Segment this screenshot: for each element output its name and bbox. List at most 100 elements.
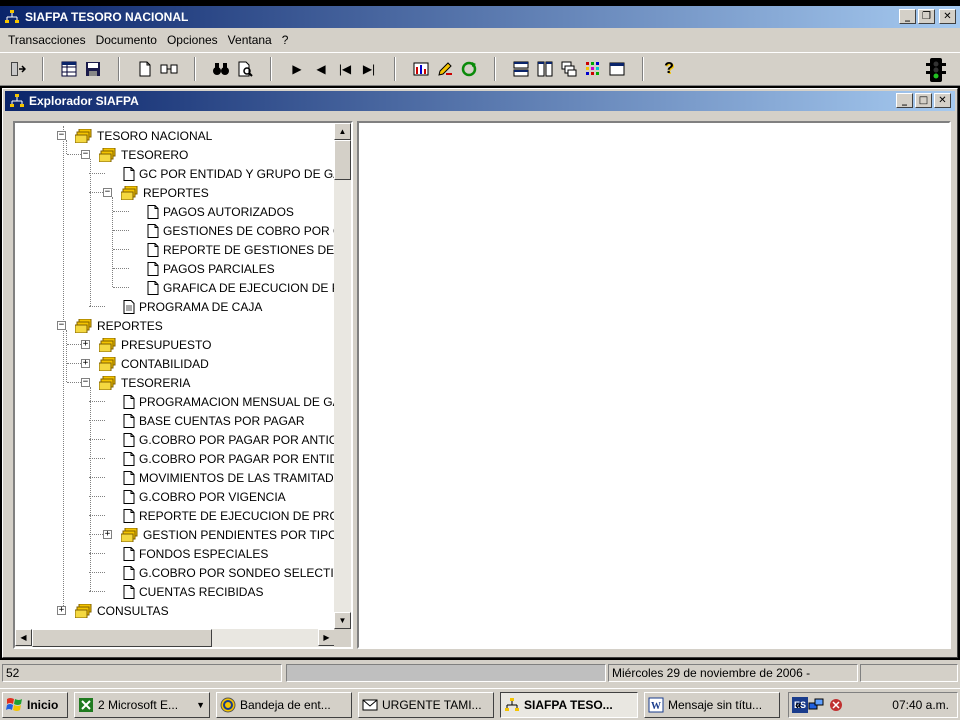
expand-plus-icon[interactable]: +	[103, 530, 112, 539]
task-urgente[interactable]: URGENTE TAMI...	[358, 692, 494, 718]
collapse-minus-icon[interactable]: −	[57, 131, 66, 140]
security-icon[interactable]	[828, 697, 844, 713]
clock[interactable]: 07:40 a.m.	[892, 698, 949, 712]
tree-node-label: CONTABILIDAD	[121, 356, 209, 371]
tree-folder-node[interactable]: PRESUPUESTO	[99, 335, 211, 354]
cascade-button[interactable]	[558, 58, 580, 80]
tray-expand-icon[interactable]: «	[795, 698, 802, 712]
status-count: 52	[2, 664, 282, 682]
edit-button[interactable]	[434, 58, 456, 80]
close-button[interactable]: ✕	[939, 9, 956, 24]
menu-transacciones[interactable]: Transacciones	[4, 33, 90, 47]
network-icon[interactable]	[808, 697, 824, 713]
horizontal-scroll-thumb[interactable]	[32, 629, 212, 647]
last-record-button[interactable]: ▶|	[358, 58, 380, 80]
exit-button[interactable]	[6, 58, 28, 80]
tree-vertical-scrollbar[interactable]: ▲ ▼	[334, 123, 351, 629]
start-button[interactable]: Inicio	[2, 692, 68, 718]
tree-item-node[interactable]: G.COBRO POR PAGAR POR ANTIC	[123, 430, 335, 449]
tree-item-node[interactable]: PROGRAMACION MENSUAL DE GA	[123, 392, 335, 411]
document-icon	[123, 584, 135, 599]
collapse-minus-icon[interactable]: −	[81, 378, 90, 387]
help-button[interactable]: ?	[658, 58, 680, 80]
restore-button[interactable]: ❐	[918, 9, 935, 24]
grid-view-button[interactable]	[58, 58, 80, 80]
next-record-button[interactable]: ▶	[286, 58, 308, 80]
menu-ventana[interactable]: Ventana	[224, 33, 276, 47]
scroll-up-button[interactable]: ▲	[334, 123, 351, 140]
app-titlebar[interactable]: SIAFPA TESORO NACIONAL _ ❐ ✕	[0, 6, 960, 28]
tile-horizontal-button[interactable]	[510, 58, 532, 80]
tree-node-label: G.COBRO POR SONDEO SELECTIV	[139, 565, 335, 580]
report-chart-icon	[413, 62, 429, 76]
scroll-left-button[interactable]: ◀	[15, 629, 32, 646]
scroll-down-button[interactable]: ▼	[334, 612, 351, 629]
vertical-scroll-thumb[interactable]	[334, 140, 351, 180]
tree-item-node[interactable]: PAGOS AUTORIZADOS	[147, 202, 294, 221]
tree-item-node[interactable]: REPORTE DE GESTIONES DE C	[147, 240, 335, 259]
menu-help[interactable]: ?	[278, 33, 293, 47]
tree-folder-node[interactable]: GESTION PENDIENTES POR TIPO D	[121, 525, 335, 544]
explorer-titlebar[interactable]: Explorador SIAFPA _ □ ✕	[5, 91, 955, 111]
tree-item-node[interactable]: MOVIMIENTOS DE LAS TRAMITADA	[123, 468, 335, 487]
explorer-maximize-button[interactable]: □	[915, 93, 932, 108]
tree-item-node[interactable]: G.COBRO POR VIGENCIA	[123, 487, 286, 506]
tree-folder-node[interactable]: CONSULTAS	[75, 601, 169, 620]
expand-plus-icon[interactable]: +	[81, 340, 90, 349]
task-siafpa[interactable]: SIAFPA TESO...	[500, 692, 638, 718]
tree-folder-node[interactable]: TESORO NACIONAL	[75, 126, 212, 145]
tile-vertical-button[interactable]	[534, 58, 556, 80]
document-icon	[147, 261, 159, 276]
collapse-minus-icon[interactable]: −	[81, 150, 90, 159]
report-button[interactable]	[410, 58, 432, 80]
content-panel[interactable]	[357, 121, 951, 649]
minimize-icon: _	[902, 94, 907, 106]
tree-node-label: REPORTE DE EJECUCION DE PROG	[139, 508, 335, 523]
system-tray: « 07:40 a.m.	[788, 692, 958, 718]
expand-plus-icon[interactable]: +	[81, 359, 90, 368]
task-word[interactable]: W Mensaje sin títu...	[644, 692, 780, 718]
chevron-down-icon: ▼	[196, 700, 205, 710]
arrange-icons-button[interactable]	[582, 58, 604, 80]
new-document-button[interactable]	[134, 58, 156, 80]
collapse-minus-icon[interactable]: −	[57, 321, 66, 330]
tree-folder-node[interactable]: CONTABILIDAD	[99, 354, 209, 373]
tree-item-node[interactable]: BASE CUENTAS POR PAGAR	[123, 411, 305, 430]
tree-folder-node[interactable]: REPORTES	[121, 183, 209, 202]
tree-item-node[interactable]: CUENTAS RECIBIDAS	[123, 582, 263, 601]
tree-horizontal-scrollbar[interactable]: ◀ ▶	[15, 629, 335, 647]
find-button[interactable]	[210, 58, 232, 80]
tree-item-node[interactable]: PAGOS PARCIALES	[147, 259, 275, 278]
scroll-right-button[interactable]: ▶	[318, 629, 335, 646]
tree-folder-node[interactable]: REPORTES	[75, 316, 163, 335]
first-record-button[interactable]: |◀	[334, 58, 356, 80]
start-label: Inicio	[27, 698, 59, 712]
expand-plus-icon[interactable]: +	[57, 606, 66, 615]
tree-item-node[interactable]: GC POR ENTIDAD Y GRUPO DE GA	[123, 164, 335, 183]
window-button[interactable]	[606, 58, 628, 80]
explorer-close-button[interactable]: ✕	[934, 93, 951, 108]
print-preview-button[interactable]	[234, 58, 256, 80]
navigation-tree[interactable]: − TESORO NACIONAL − TESORERO GC POR ENTIDAD …	[15, 123, 335, 629]
menu-opciones[interactable]: Opciones	[163, 33, 222, 47]
tree-item-node[interactable]: G.COBRO POR PAGAR POR ENTID	[123, 449, 335, 468]
refresh-button[interactable]	[458, 58, 480, 80]
tree-folder-node[interactable]: TESORERO	[99, 145, 188, 164]
task-excel[interactable]: 2 Microsoft E... ▼	[74, 692, 210, 718]
tree-item-node[interactable]: GRAFICA DE EJECUCION DE PI	[147, 278, 335, 297]
collapse-minus-icon[interactable]: −	[103, 188, 112, 197]
tree-item-node[interactable]: PROGRAMA DE CAJA	[123, 297, 262, 316]
tree-item-node[interactable]: GESTIONES DE COBRO POR G	[147, 221, 335, 240]
tree-folder-node[interactable]: TESORERIA	[99, 373, 190, 392]
tree-item-node[interactable]: G.COBRO POR SONDEO SELECTIV	[123, 563, 335, 582]
toolbar-separator	[394, 57, 396, 81]
minimize-button[interactable]: _	[899, 9, 916, 24]
tree-item-node[interactable]: REPORTE DE EJECUCION DE PROG	[123, 506, 335, 525]
explorer-minimize-button[interactable]: _	[896, 93, 913, 108]
menu-documento[interactable]: Documento	[92, 33, 161, 47]
save-button[interactable]	[82, 58, 104, 80]
tree-item-node[interactable]: FONDOS ESPECIALES	[123, 544, 268, 563]
connect-button[interactable]	[158, 58, 180, 80]
task-outlook[interactable]: Bandeja de ent...	[216, 692, 352, 718]
previous-record-button[interactable]: ◀	[310, 58, 332, 80]
